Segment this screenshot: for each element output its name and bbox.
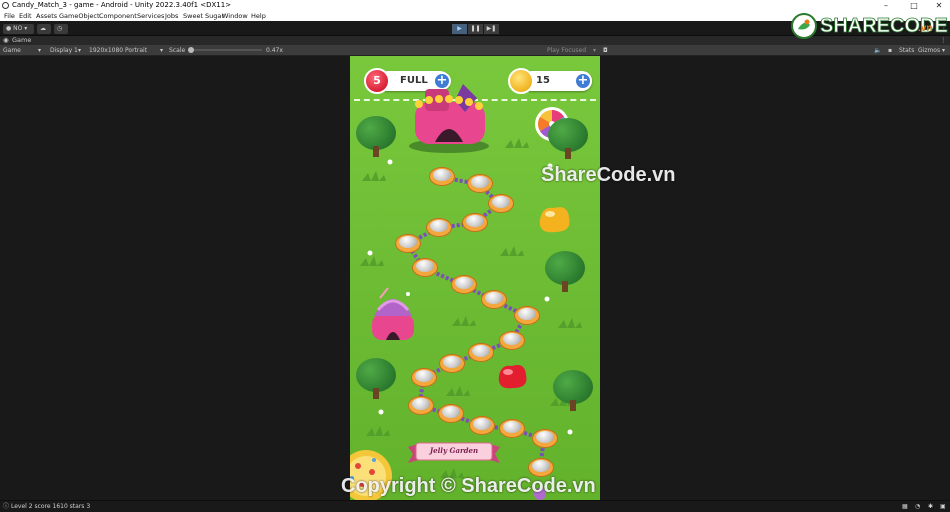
- menu-gameobject[interactable]: GameObject: [59, 11, 100, 21]
- play-button[interactable]: ▶: [452, 24, 467, 34]
- menu-edit[interactable]: Edit: [19, 11, 32, 21]
- resolution-chevron-icon: ▾: [160, 47, 164, 54]
- info-icon: ⓘ: [3, 503, 10, 510]
- level-node[interactable]: [411, 368, 437, 387]
- display-chevron-icon: ▾: [78, 47, 82, 54]
- account-dropdown[interactable]: ● NO ▾: [3, 24, 34, 34]
- display-dropdown[interactable]: Display 1: [50, 45, 78, 56]
- level-node[interactable]: [481, 290, 507, 309]
- close-button[interactable]: ✕: [925, 0, 950, 11]
- level-node[interactable]: [514, 306, 540, 325]
- audio-icon[interactable]: 🔈: [874, 45, 881, 56]
- resolution-dropdown[interactable]: 1920x1080 Portrait: [89, 45, 147, 56]
- watermark-bottom: Copyright © ShareCode.vn: [341, 475, 596, 497]
- level-node[interactable]: [469, 416, 495, 435]
- pause-button[interactable]: ❚❚: [468, 24, 483, 34]
- tree-icon: [553, 370, 593, 412]
- menu-file[interactable]: File: [4, 11, 15, 21]
- game-view-icon: ◉: [3, 36, 9, 44]
- mute-audio-icon[interactable]: ◘: [603, 45, 608, 56]
- cache-server-icon[interactable]: ▦: [902, 501, 908, 512]
- level-node[interactable]: [412, 258, 438, 277]
- level-node[interactable]: [468, 343, 494, 362]
- menu-window[interactable]: Window: [222, 11, 248, 21]
- play-mode-dropdown[interactable]: Play Focused: [547, 45, 586, 56]
- cloud-icon[interactable]: ☁: [37, 24, 51, 34]
- progress-icon[interactable]: ◔: [915, 501, 920, 512]
- watermark-center: ShareCode.vn: [541, 164, 676, 186]
- window-title: Candy_Match_3 - game - Android - Unity 2…: [12, 1, 232, 9]
- tab-game[interactable]: Game: [12, 36, 31, 45]
- playback-controls: ▶ ❚❚ ▶❚: [452, 24, 499, 34]
- collab-icon[interactable]: ▣: [940, 501, 946, 512]
- game-screen[interactable]: FULL 5 + 15 + Jelly Garden: [350, 56, 600, 500]
- red-candy-icon: [498, 365, 527, 389]
- game-view-toolbar: Game ▾ Display 1 ▾ 1920x1080 Portrait ▾ …: [0, 45, 950, 56]
- level-node[interactable]: [439, 354, 465, 373]
- level-node[interactable]: [532, 429, 558, 448]
- menu-help[interactable]: Help: [251, 11, 266, 21]
- play-mode-chevron-icon: ▾: [593, 47, 597, 54]
- lives-count: 5: [373, 74, 381, 87]
- menu-assets[interactable]: Assets: [36, 11, 57, 21]
- frame-debug-icon[interactable]: ▪: [888, 45, 892, 56]
- console-status[interactable]: Level 2 score 1610 stars 3: [11, 501, 90, 512]
- menu-sweet-sugar[interactable]: Sweet Sugar: [183, 11, 224, 21]
- step-button[interactable]: ▶❚: [484, 24, 499, 34]
- level-node[interactable]: [408, 396, 434, 415]
- level-node[interactable]: [467, 174, 493, 193]
- level-node[interactable]: [462, 213, 488, 232]
- debug-icon[interactable]: ✱: [928, 501, 933, 512]
- tree-icon: [356, 116, 396, 158]
- sharecode-logo-icon: [791, 13, 817, 39]
- maximize-button[interactable]: □: [900, 0, 928, 11]
- account-label: NO: [13, 25, 23, 32]
- castle-icon: [409, 84, 489, 153]
- menu-services[interactable]: Services: [137, 11, 164, 21]
- tree-icon: [548, 118, 588, 160]
- sharecode-logo-suffix: .vn: [918, 23, 933, 34]
- add-coins-button[interactable]: +: [574, 72, 592, 90]
- unity-icon: [2, 2, 9, 9]
- level-node[interactable]: [499, 419, 525, 438]
- coins-count: 15: [536, 75, 550, 86]
- menu-jobs[interactable]: Jobs: [165, 11, 178, 21]
- level-node[interactable]: [438, 404, 464, 423]
- area-banner-label: Jelly Garden: [429, 446, 479, 455]
- view-mode-dropdown[interactable]: Game: [3, 45, 21, 56]
- gizmos-chevron-icon[interactable]: ▾: [942, 45, 945, 56]
- tree-icon: [356, 358, 396, 400]
- history-icon[interactable]: ◷: [54, 24, 68, 34]
- sharecode-logo: SHARECODE .vn: [790, 12, 948, 40]
- minimize-button[interactable]: –: [872, 0, 900, 11]
- scale-slider-handle[interactable]: [188, 47, 194, 53]
- scale-value: 0.47x: [266, 47, 283, 54]
- tree-icon: [545, 251, 585, 293]
- menu-component[interactable]: Component: [99, 11, 137, 21]
- level-node[interactable]: [426, 218, 452, 237]
- gizmos-button[interactable]: Gizmos: [918, 45, 940, 56]
- view-mode-chevron-icon: ▾: [38, 47, 42, 54]
- coins-icon: [508, 68, 534, 94]
- scale-slider[interactable]: [188, 47, 262, 53]
- cupcake-house-icon: [372, 287, 414, 340]
- level-node[interactable]: [395, 234, 421, 253]
- level-node[interactable]: [429, 167, 455, 186]
- stats-button[interactable]: Stats: [899, 45, 914, 56]
- level-node[interactable]: [499, 331, 525, 350]
- level-node[interactable]: [488, 194, 514, 213]
- orange-candy-icon: [539, 207, 570, 233]
- status-bar: ⓘ Level 2 score 1610 stars 3 ▦ ◔ ✱ ▣: [0, 500, 950, 511]
- level-node[interactable]: [451, 275, 477, 294]
- title-bar: Candy_Match_3 - game - Android - Unity 2…: [0, 0, 950, 11]
- heart-icon: 5: [364, 68, 390, 94]
- scale-label: Scale: [169, 47, 186, 54]
